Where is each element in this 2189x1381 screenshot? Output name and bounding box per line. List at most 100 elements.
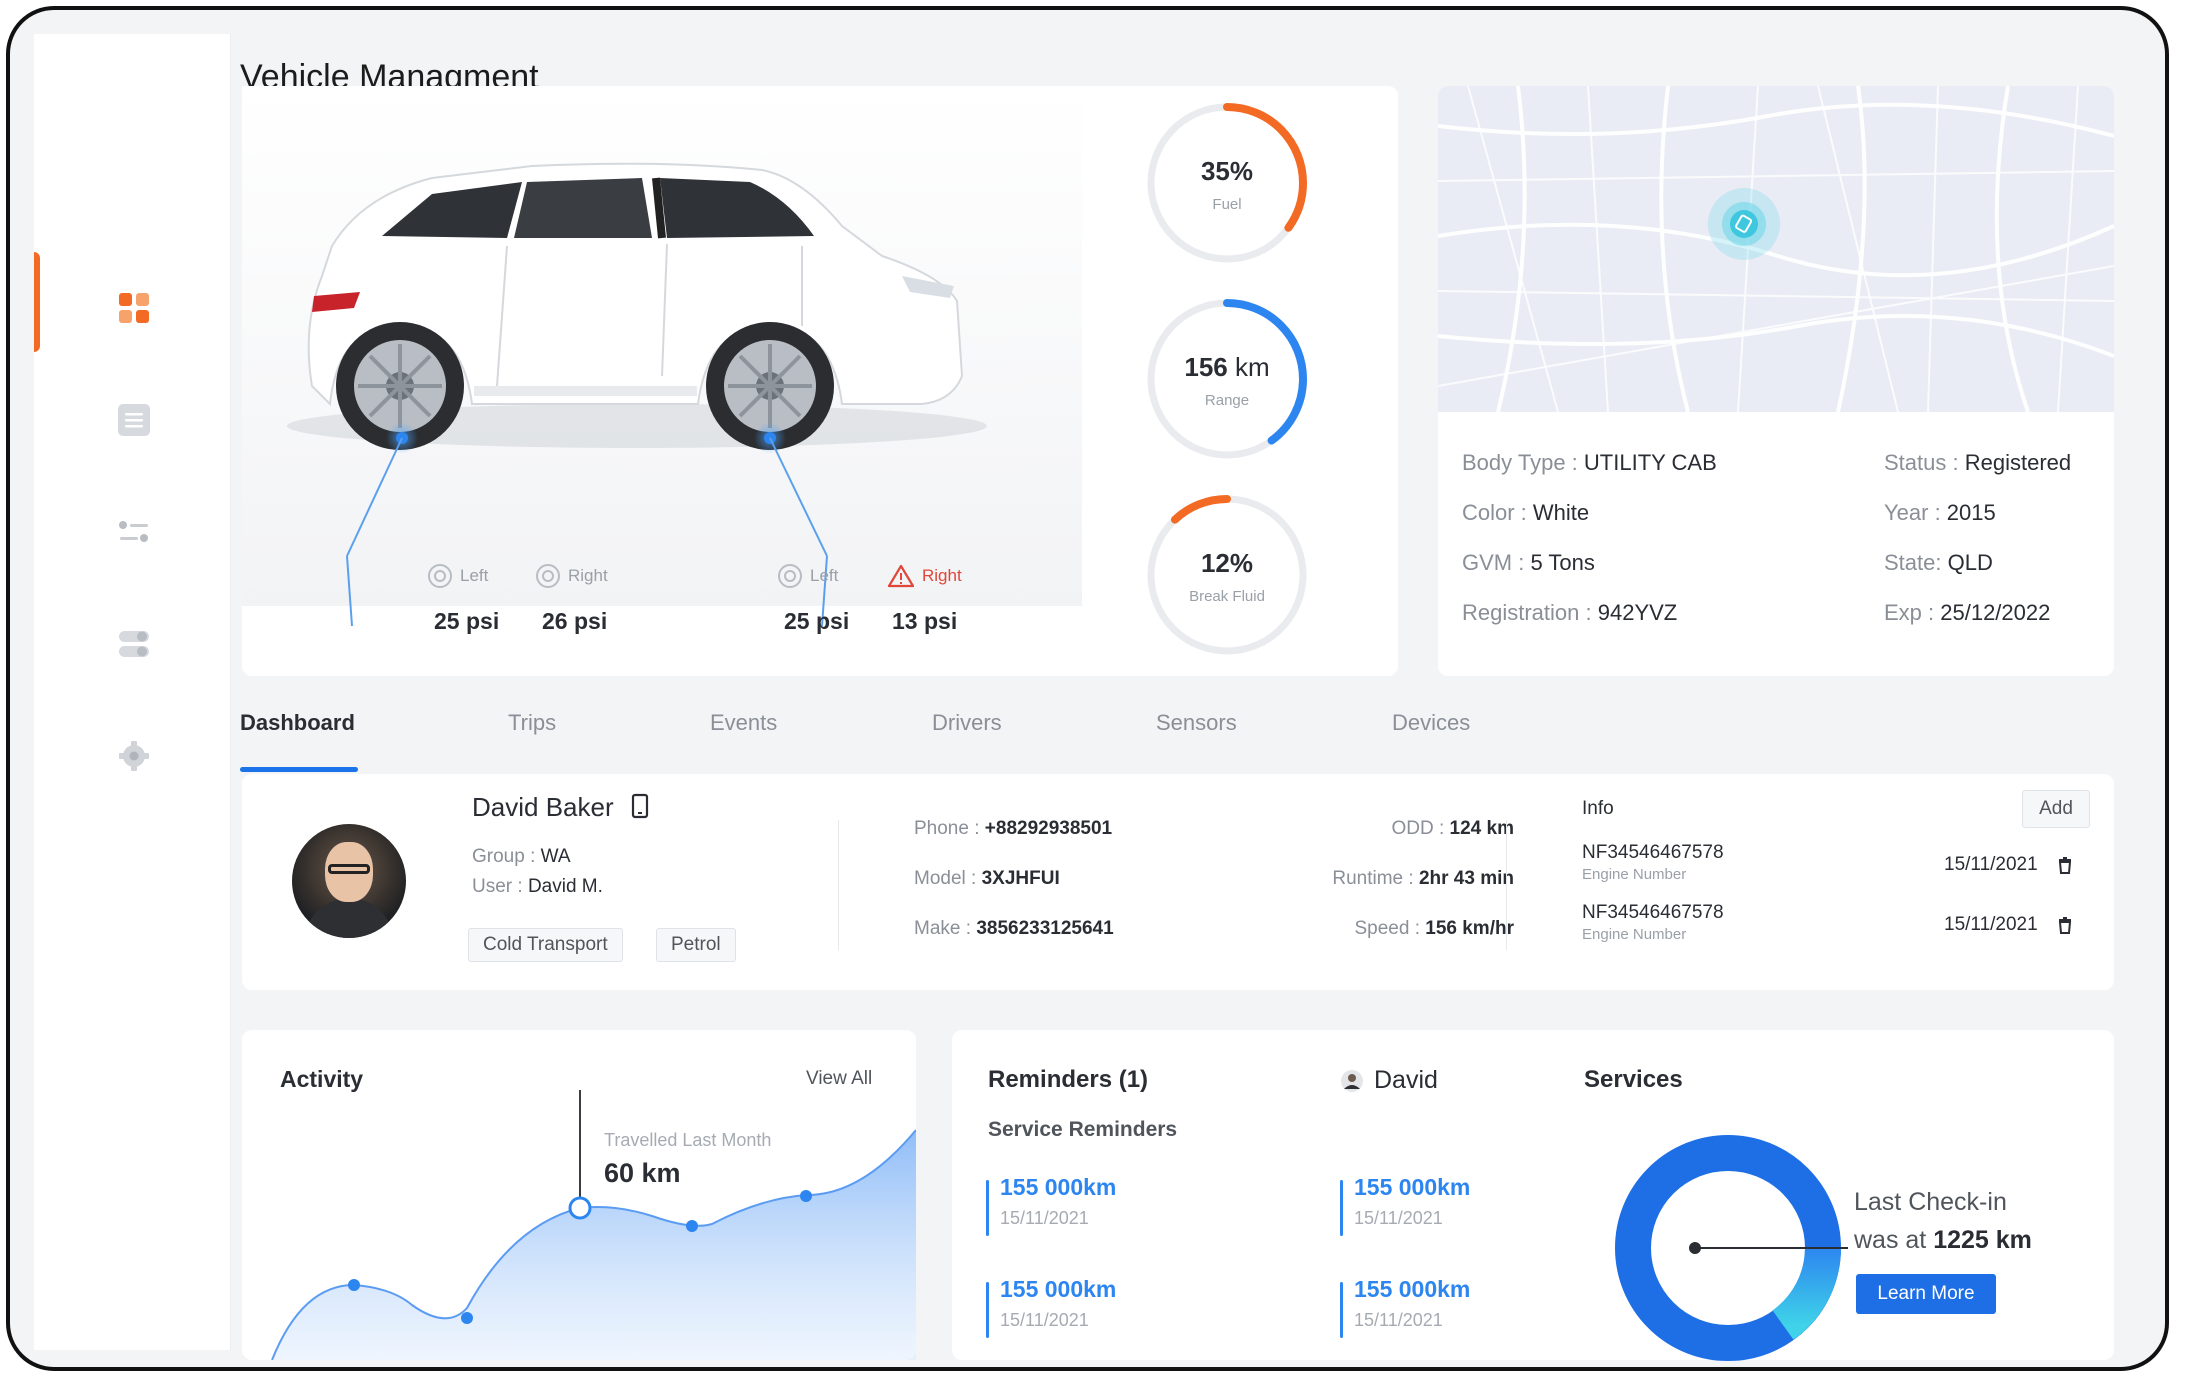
tire-icon: [428, 564, 452, 588]
location-map[interactable]: [1438, 86, 2114, 412]
nav-item-settings[interactable]: [116, 738, 152, 774]
services-title: Services: [1584, 1066, 1683, 1093]
spec-state: State: QLD: [1884, 550, 1993, 575]
vehicle-overview-card: Left Right Left Right 25 psi 26 psi 25 p…: [242, 86, 1398, 676]
brake-fluid-value: 12%: [1200, 548, 1254, 578]
user-avatar-icon: [1341, 1069, 1363, 1092]
reminders-title: Reminders (1): [988, 1066, 1149, 1093]
brake-fluid-gauge: 12% Break Fluid: [1142, 490, 1312, 660]
range-label: Range: [1204, 392, 1250, 409]
fuel-value: 35%: [1200, 156, 1254, 186]
nav-item-list[interactable]: [116, 402, 152, 438]
driver-group: Group : WA: [472, 846, 571, 867]
divider: [1506, 820, 1507, 950]
range-gauge: 156 km Range: [1142, 294, 1312, 464]
engine-number-label: Engine Number: [1582, 866, 1687, 883]
vehicle-odometer: ODD : 124 km: [1391, 818, 1514, 839]
settings-icon: [119, 741, 149, 771]
dashboard-grid-icon: [119, 293, 149, 323]
learn-more-button[interactable]: Learn More: [1856, 1274, 1996, 1314]
vehicle-details-card: Body Type : UTILITY CAB Color : White GV…: [1438, 86, 2114, 676]
tab-dashboard[interactable]: Dashboard: [240, 710, 355, 736]
tab-trips[interactable]: Trips: [508, 710, 556, 736]
tab-bar: Dashboard Trips Events Drivers Sensors D…: [240, 710, 2110, 774]
spec-gvm: GVM : 5 Tons: [1462, 550, 1595, 575]
reminders-card: Reminders (1) David Service Reminders 15…: [952, 1030, 2114, 1361]
tire-front-left-label: Left: [778, 564, 838, 588]
info-title: Info: [1582, 798, 1614, 819]
tab-sensors[interactable]: Sensors: [1156, 710, 1237, 736]
spec-status: Status : Registered: [1884, 450, 2072, 475]
spec-expiry: Exp : 25/12/2022: [1884, 600, 2051, 625]
tire-icon: [536, 564, 560, 588]
vehicle-make: Make : 3856233125641: [914, 918, 1114, 939]
engine-date: 15/11/2021: [1944, 854, 2038, 875]
warning-icon: [888, 564, 914, 588]
active-tab-underline: [240, 767, 358, 772]
engine-date: 15/11/2021: [1944, 914, 2038, 935]
nav-item-dashboard[interactable]: [116, 290, 152, 326]
tire-rear-right-label: Right: [536, 564, 608, 588]
range-value: 156: [1184, 352, 1228, 382]
spec-body-type: Body Type : UTILITY CAB: [1462, 450, 1717, 475]
fuel-gauge: 35% Fuel: [1142, 98, 1312, 268]
tire-icon: [778, 564, 802, 588]
add-button[interactable]: Add: [2022, 790, 2090, 828]
tab-drivers[interactable]: Drivers: [932, 710, 1002, 736]
tire-pressure-value: 26 psi: [542, 608, 608, 634]
reminder-date: 15/11/2021: [1000, 1208, 1089, 1228]
spec-color: Color : White: [1462, 500, 1590, 525]
tooltip-label: Travelled Last Month: [604, 1130, 772, 1150]
list-icon: [118, 404, 150, 436]
tire-pressure-value: 25 psi: [434, 608, 500, 634]
spec-registration: Registration : 942YVZ: [1462, 600, 1678, 625]
brake-fluid-label: Break Fluid: [1189, 588, 1265, 605]
driver-avatar: [292, 824, 406, 938]
last-checkin-line2: was at 1225 km: [1854, 1226, 2032, 1254]
reminder-value: 155 000km: [1000, 1276, 1117, 1302]
trash-icon[interactable]: [2057, 916, 2073, 934]
reminder-date: 15/11/2021: [1354, 1310, 1443, 1330]
reminder-date: 15/11/2021: [1000, 1310, 1089, 1330]
vehicle-model: Model : 3XJHFUI: [914, 868, 1060, 889]
reminder-bar: [1340, 1180, 1343, 1236]
last-checkin-line1: Last Check-in: [1854, 1188, 2007, 1216]
tooltip-value: 60 km: [604, 1158, 681, 1188]
trash-icon[interactable]: [2057, 856, 2073, 874]
tire-rear-left-label: Left: [428, 564, 488, 588]
spec-year: Year : 2015: [1884, 500, 1996, 525]
reminder-value: 155 000km: [1354, 1276, 1471, 1302]
engine-number: NF34546467578: [1582, 902, 1724, 923]
tab-events[interactable]: Events: [710, 710, 777, 736]
vehicle-runtime: Runtime : 2hr 43 min: [1332, 868, 1514, 889]
driver-card: David Baker Group : WA User : David M. C…: [242, 774, 2114, 990]
divider: [838, 820, 839, 950]
tire-pressure-value: 25 psi: [784, 608, 850, 634]
reminder-assignee: David: [1340, 1066, 1438, 1095]
sliders-icon: [119, 521, 148, 542]
phone-icon[interactable]: [631, 793, 649, 819]
driver-name: David Baker: [472, 792, 649, 823]
sidebar: [34, 34, 231, 1350]
reminder-value: 155 000km: [1354, 1174, 1471, 1200]
range-unit: km: [1227, 352, 1270, 382]
vehicle-image: [242, 86, 1082, 627]
reminder-bar: [986, 1282, 989, 1338]
toggles-icon: [119, 631, 149, 657]
nav-item-filters[interactable]: [116, 514, 152, 550]
tag-cold-transport[interactable]: Cold Transport: [468, 928, 623, 962]
reminder-bar: [1340, 1282, 1343, 1338]
vehicle-speed: Speed : 156 km/hr: [1354, 918, 1514, 939]
reminder-bar: [986, 1180, 989, 1236]
services-donut-chart: [1615, 1135, 1848, 1361]
fuel-label: Fuel: [1212, 196, 1242, 213]
nav-item-toggles[interactable]: [116, 626, 152, 662]
reminder-date: 15/11/2021: [1354, 1208, 1443, 1228]
tab-devices[interactable]: Devices: [1392, 710, 1470, 736]
engine-number-label: Engine Number: [1582, 926, 1687, 943]
service-reminders-subtitle: Service Reminders: [988, 1118, 1178, 1141]
activity-chart: [271, 1090, 916, 1360]
driver-phone: Phone : +88292938501: [914, 818, 1113, 839]
tag-petrol[interactable]: Petrol: [656, 928, 736, 962]
active-nav-indicator: [34, 252, 40, 352]
